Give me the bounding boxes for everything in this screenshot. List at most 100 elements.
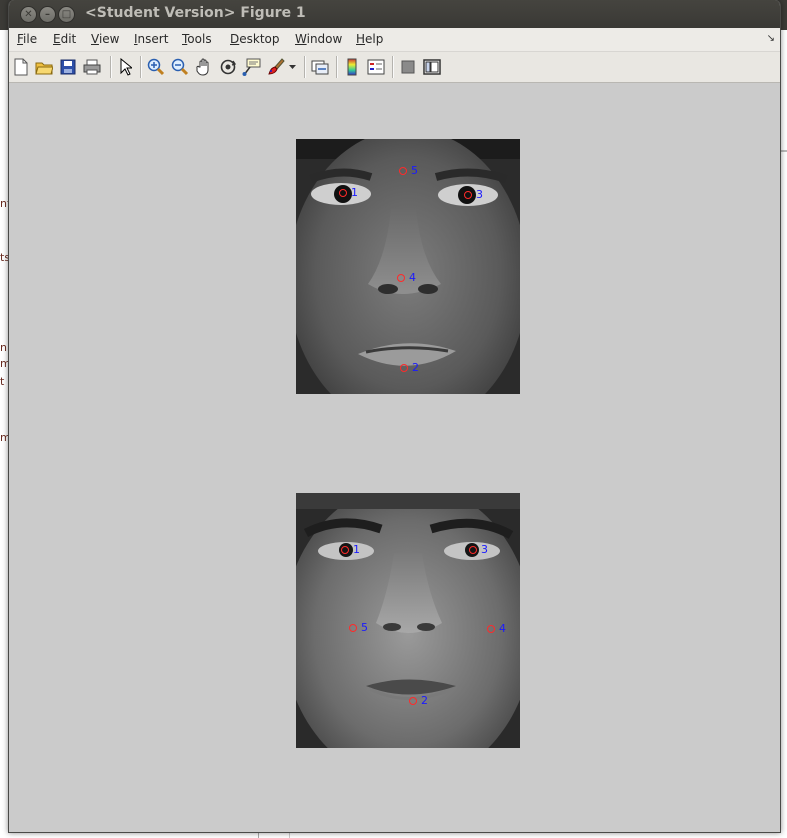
pan-button[interactable] <box>194 57 214 77</box>
landmark-marker <box>397 274 405 282</box>
brush-dropdown-icon <box>289 65 296 69</box>
menu-insert[interactable]: Insert <box>134 32 168 46</box>
menu-label: esktop <box>239 32 280 46</box>
background-divider <box>780 150 787 152</box>
landmark-marker <box>409 697 417 705</box>
zoom-in-button[interactable] <box>146 57 166 77</box>
rotate-3d-icon <box>220 59 237 75</box>
menu-label: nsert <box>137 32 169 46</box>
menu-label: elp <box>365 32 384 46</box>
insert-colorbar-button[interactable] <box>342 57 362 77</box>
new-figure-icon <box>14 58 28 76</box>
brush-button[interactable] <box>266 57 286 77</box>
menu-mnemonic: V <box>91 32 99 46</box>
maximize-icon: □ <box>61 9 72 20</box>
toolbar-separator <box>110 56 112 78</box>
menu-bar: File Edit View Insert Tools Desktop Wind… <box>9 28 780 52</box>
print-button[interactable] <box>82 57 102 77</box>
window-title: <Student Version> Figure 1 <box>85 5 306 21</box>
background-text-fragments: nt ts n m t m <box>0 105 11 445</box>
insert-legend-icon <box>367 59 385 75</box>
brush-icon <box>268 58 285 75</box>
close-window-button[interactable]: ✕ <box>20 6 37 23</box>
landmark-label: 5 <box>361 621 368 634</box>
menu-window[interactable]: Window <box>295 32 342 46</box>
figure-window: ✕ – □ <Student Version> Figure 1 File Ed… <box>8 0 781 833</box>
figure-toolbar <box>9 52 780 83</box>
print-icon <box>83 59 101 75</box>
data-cursor-button[interactable] <box>242 57 262 77</box>
minimize-window-button[interactable]: – <box>39 6 56 23</box>
landmark-marker <box>464 191 472 199</box>
face-photo <box>296 493 520 748</box>
open-file-button[interactable] <box>34 57 54 77</box>
menu-help[interactable]: Help <box>356 32 383 46</box>
brush-dropdown-button[interactable] <box>288 57 298 77</box>
hide-plot-tools-icon <box>401 60 415 74</box>
show-plot-tools-icon <box>423 59 441 75</box>
menu-label: iew <box>98 32 120 46</box>
landmark-marker <box>469 546 477 554</box>
show-plot-tools-button[interactable] <box>422 57 442 77</box>
landmark-label: 3 <box>476 188 483 201</box>
background-text: n <box>0 341 7 354</box>
landmark-label: 1 <box>351 186 358 199</box>
menu-mnemonic: D <box>230 32 240 46</box>
zoom-out-button[interactable] <box>170 57 190 77</box>
background-text: t <box>0 375 5 388</box>
hide-plot-tools-button[interactable] <box>398 57 418 77</box>
landmark-label: 2 <box>412 361 419 374</box>
minimize-icon: – <box>45 9 50 20</box>
figure-canvas[interactable]: 1 3 5 4 2 1 3 5 4 2 <box>9 83 780 832</box>
menu-mnemonic: E <box>53 32 61 46</box>
menu-mnemonic: W <box>295 32 307 46</box>
toolbar-separator <box>304 56 306 78</box>
link-plot-icon <box>311 60 329 75</box>
toolbar-separator <box>140 56 142 78</box>
toolbar-separator <box>336 56 338 78</box>
pointer-icon <box>120 58 132 76</box>
landmark-label: 2 <box>421 694 428 707</box>
save-icon <box>60 59 76 75</box>
landmark-marker <box>341 546 349 554</box>
menu-edit[interactable]: Edit <box>53 32 76 46</box>
save-button[interactable] <box>58 57 78 77</box>
title-bar[interactable]: ✕ – □ <Student Version> Figure 1 <box>9 0 780 28</box>
rotate-3d-button[interactable] <box>218 57 238 77</box>
landmark-marker <box>400 364 408 372</box>
menu-tools[interactable]: Tools <box>182 32 212 46</box>
zoom-in-icon <box>147 58 165 76</box>
face-photo <box>296 139 520 394</box>
dock-arrow-icon[interactable]: ↘ <box>767 33 775 44</box>
toolbar-separator <box>392 56 394 78</box>
menu-file[interactable]: File <box>17 32 37 46</box>
landmark-label: 4 <box>409 271 416 284</box>
data-cursor-icon <box>242 58 261 76</box>
new-figure-button[interactable] <box>11 57 31 77</box>
close-icon: ✕ <box>24 9 33 20</box>
menu-desktop[interactable]: Desktop <box>230 32 280 46</box>
open-file-icon <box>35 62 53 75</box>
menu-label: ile <box>23 32 38 46</box>
menu-view[interactable]: View <box>91 32 119 46</box>
landmark-marker <box>399 167 407 175</box>
landmark-label: 3 <box>481 543 488 556</box>
pan-icon <box>196 58 209 76</box>
link-plot-button[interactable] <box>310 57 330 77</box>
maximize-window-button[interactable]: □ <box>58 6 75 23</box>
face-image-top[interactable]: 1 3 5 4 2 <box>296 139 520 394</box>
zoom-out-icon <box>171 58 189 76</box>
insert-colorbar-icon <box>347 58 357 76</box>
landmark-label: 5 <box>411 164 418 177</box>
landmark-label: 4 <box>499 622 506 635</box>
landmark-marker <box>349 624 357 632</box>
menu-label: ools <box>187 32 212 46</box>
menu-mnemonic: H <box>356 32 366 46</box>
insert-legend-button[interactable] <box>366 57 386 77</box>
edit-plot-button[interactable] <box>115 57 135 77</box>
landmark-marker <box>487 625 495 633</box>
face-image-bottom[interactable]: 1 3 5 4 2 <box>296 493 520 748</box>
menu-label: dit <box>60 32 77 46</box>
menu-label: indow <box>306 32 343 46</box>
landmark-marker <box>339 189 347 197</box>
